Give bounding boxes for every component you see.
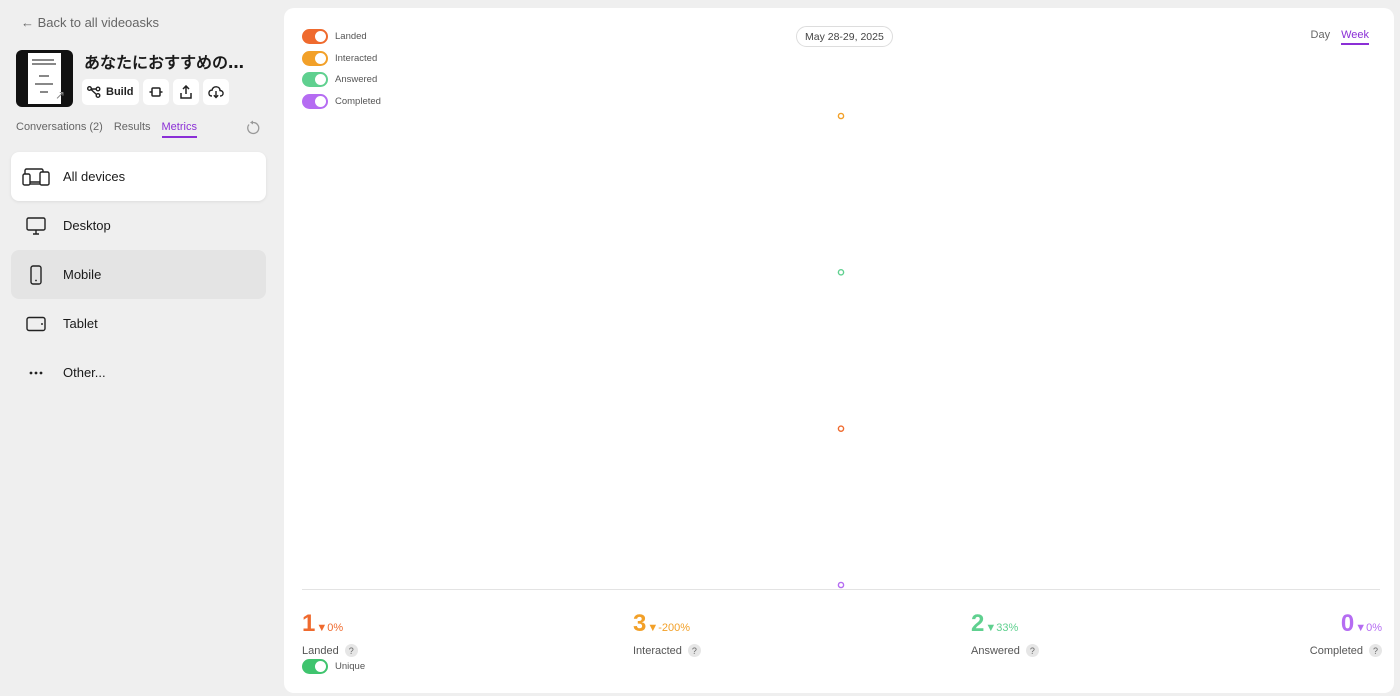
landed-toggle[interactable] bbox=[302, 29, 328, 45]
legend-interacted[interactable]: Interacted bbox=[302, 48, 381, 70]
video-thumbnail[interactable]: ↗ bbox=[16, 50, 73, 107]
range-switch: Day Week bbox=[1311, 29, 1369, 45]
stat-delta: ▼0% bbox=[1355, 622, 1382, 634]
point-landed[interactable] bbox=[837, 425, 845, 432]
device-all[interactable]: All devices bbox=[11, 152, 266, 201]
expand-icon: ↗ bbox=[54, 88, 65, 102]
stat-label: Completed bbox=[1309, 644, 1363, 657]
help-icon[interactable]: ? bbox=[1369, 644, 1382, 657]
date-range-pill[interactable]: May 28-29, 2025 bbox=[796, 26, 893, 47]
share-icon bbox=[179, 85, 192, 99]
legend-label: Completed bbox=[335, 95, 381, 107]
tabs: Conversations (2) Results Metrics bbox=[16, 121, 197, 138]
toolbar: Build bbox=[82, 79, 229, 105]
stat-value: 2 bbox=[971, 610, 985, 637]
more-icon bbox=[22, 362, 50, 384]
metrics-panel: Landed Interacted Answered Completed May… bbox=[284, 8, 1394, 693]
device-tablet[interactable]: Tablet bbox=[11, 299, 266, 348]
device-other[interactable]: Other... bbox=[11, 348, 266, 397]
point-completed[interactable] bbox=[837, 581, 845, 589]
refresh-icon[interactable] bbox=[245, 120, 261, 136]
range-week[interactable]: Week bbox=[1341, 29, 1369, 45]
device-label: Tablet bbox=[63, 316, 98, 331]
legend-completed[interactable]: Completed bbox=[302, 91, 381, 113]
cloud-download-icon bbox=[207, 86, 224, 99]
mobile-icon bbox=[22, 264, 50, 286]
share-button[interactable] bbox=[172, 79, 199, 105]
download-button[interactable] bbox=[202, 79, 229, 105]
stat-delta: ▼33% bbox=[985, 622, 1019, 634]
legend-landed[interactable]: Landed bbox=[302, 26, 381, 48]
embed-button[interactable] bbox=[142, 79, 169, 105]
legend: Landed Interacted Answered Completed bbox=[302, 26, 381, 112]
help-icon[interactable]: ? bbox=[1025, 644, 1039, 657]
answered-toggle[interactable] bbox=[302, 72, 328, 88]
tab-conversations[interactable]: Conversations (2) bbox=[16, 121, 103, 138]
embed-icon bbox=[149, 87, 162, 97]
help-icon[interactable]: ? bbox=[687, 644, 701, 657]
device-label: Other... bbox=[63, 365, 106, 380]
legend-label: Interacted bbox=[335, 52, 378, 64]
help-icon[interactable]: ? bbox=[344, 644, 358, 657]
stat-label: Interacted bbox=[633, 644, 682, 657]
tablet-icon bbox=[22, 313, 50, 335]
legend-label: Answered bbox=[335, 74, 378, 86]
desktop-icon bbox=[22, 215, 50, 237]
videoask-title: あなたにおすすめのブ... bbox=[84, 53, 260, 72]
build-button[interactable]: Build bbox=[82, 79, 139, 105]
build-label: Build bbox=[106, 86, 134, 98]
device-mobile[interactable]: Mobile bbox=[11, 250, 266, 299]
stat-interacted: 3▼-200% Interacted? bbox=[633, 610, 701, 657]
stat-landed: 1▼0% Landed? bbox=[302, 610, 358, 657]
stat-value: 0 bbox=[1340, 610, 1355, 637]
interacted-toggle[interactable] bbox=[302, 50, 328, 66]
stat-delta: ▼0% bbox=[316, 622, 344, 634]
unique-toggle[interactable] bbox=[302, 659, 328, 674]
device-label: Desktop bbox=[63, 218, 111, 233]
stat-value: 1 bbox=[302, 610, 316, 637]
device-label: All devices bbox=[63, 169, 126, 184]
point-interacted[interactable] bbox=[837, 112, 845, 120]
unique-toggle-row[interactable]: Unique bbox=[302, 659, 365, 674]
metrics-chart bbox=[302, 112, 1380, 590]
point-answered[interactable] bbox=[837, 269, 845, 276]
stat-label: Answered bbox=[971, 644, 1020, 657]
legend-label: Landed bbox=[335, 31, 367, 43]
stat-answered: 2▼33% Answered? bbox=[971, 610, 1039, 657]
device-list: All devices Desktop Mobile Tablet Other.… bbox=[11, 152, 266, 397]
stat-completed: 0▼0% Completed? bbox=[1310, 610, 1382, 657]
back-link[interactable]: ← Back to all videoasks bbox=[21, 15, 159, 30]
device-label: Mobile bbox=[63, 267, 102, 282]
range-day[interactable]: Day bbox=[1311, 29, 1331, 45]
chart-points bbox=[837, 112, 845, 589]
sidebar: ← Back to all videoasks ↗ あなたにおすすめのブ... … bbox=[0, 0, 276, 696]
device-desktop[interactable]: Desktop bbox=[11, 201, 266, 250]
tab-metrics[interactable]: Metrics bbox=[161, 121, 197, 138]
flow-icon bbox=[87, 86, 101, 98]
devices-icon bbox=[22, 166, 50, 188]
tab-results[interactable]: Results bbox=[114, 121, 151, 138]
stat-label: Landed bbox=[302, 644, 339, 657]
stat-delta: ▼-200% bbox=[647, 622, 691, 634]
stat-value: 3 bbox=[633, 610, 647, 637]
legend-answered[interactable]: Answered bbox=[302, 69, 381, 91]
unique-label: Unique bbox=[335, 661, 366, 672]
completed-toggle[interactable] bbox=[302, 93, 328, 109]
